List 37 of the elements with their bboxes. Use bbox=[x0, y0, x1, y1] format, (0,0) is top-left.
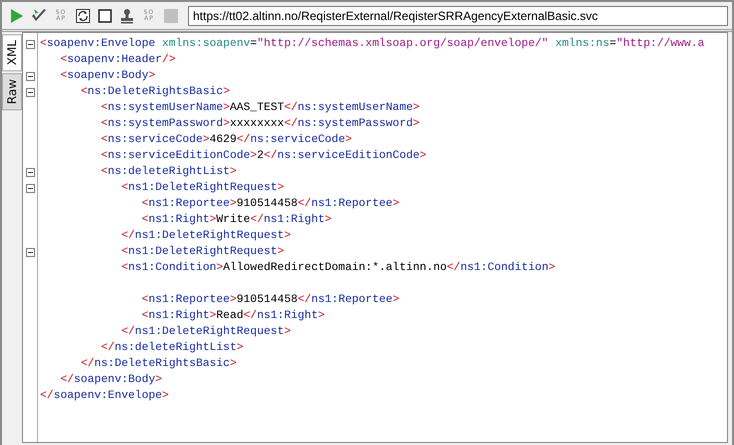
code-line: <ns:deleteRightList> bbox=[100, 166, 237, 178]
code-line: <ns:serviceCode>4629</ns:serviceCode> bbox=[100, 134, 352, 146]
xml-editor[interactable] bbox=[22, 32, 728, 443]
code-line: <ns:systemPassword>xxxxxxxx</ns:systemPassword> bbox=[100, 118, 420, 130]
collapse-icon[interactable] bbox=[26, 88, 34, 96]
code-line: </soapenv:Body> bbox=[59, 374, 162, 386]
code-line: <ns1:DeleteRightRequest> bbox=[120, 182, 284, 194]
code-line: </ns1:DeleteRightRequest> bbox=[120, 230, 291, 242]
code-line: <ns1:Condition>AllowedRedirectDomain:*.altinn.no</ns1:Condition> bbox=[120, 262, 556, 274]
code-line: <ns:DeleteRightsBasic> bbox=[80, 86, 230, 98]
code-line: <ns:systemUserName>AAS_TEST</ns:systemUserName> bbox=[100, 102, 420, 114]
code-line: <soapenv:Envelope xmlns:soapenv="http://schemas.xmlsoap.org/soap/envelope/" xmlns:ns="http://www.a bbox=[40, 38, 704, 50]
code-line: <ns1:Right>Read</ns1:Right> bbox=[140, 310, 325, 322]
code-line: </ns:deleteRightList> bbox=[100, 342, 244, 354]
side-tab[interactable]: XML bbox=[2, 34, 22, 72]
code-line: <ns:serviceEditionCode>2</ns:serviceEditionCode> bbox=[100, 150, 426, 162]
stamp-icon[interactable] bbox=[119, 8, 135, 24]
code-line: <soapenv:Body> bbox=[59, 70, 156, 82]
collapse-icon[interactable] bbox=[26, 40, 34, 48]
code-line: </soapenv:Envelope> bbox=[40, 390, 169, 402]
square-icon[interactable] bbox=[97, 8, 113, 24]
collapse-icon[interactable] bbox=[26, 184, 34, 192]
code-line: <ns1:Right>Write</ns1:Right> bbox=[140, 214, 332, 226]
code-line: </ns1:DeleteRightRequest> bbox=[120, 326, 291, 338]
code-line: <ns1:DeleteRightRequest> bbox=[120, 246, 284, 258]
code-line: </ns:DeleteRightsBasic> bbox=[80, 358, 237, 370]
code-line: <ns1:Reportee>910514458</ns1:Reportee> bbox=[140, 198, 400, 210]
play-icon[interactable] bbox=[9, 8, 25, 24]
url-field[interactable]: https://tt02.altinn.no/ReqisterExternal/ReqisterSRRAgencyExternalBasic.svc bbox=[188, 6, 728, 26]
collapse-icon[interactable] bbox=[26, 168, 34, 176]
refresh-icon[interactable] bbox=[75, 8, 91, 24]
code-line: <ns1:Reportee>910514458</ns1:Reportee> bbox=[140, 294, 400, 306]
side-tab[interactable]: Raw bbox=[2, 73, 22, 111]
collapse-icon[interactable] bbox=[26, 72, 34, 80]
collapse-icon[interactable] bbox=[26, 248, 34, 256]
checkmark-arrow-icon[interactable] bbox=[31, 8, 47, 24]
code-line: <soapenv:Header/> bbox=[59, 54, 176, 66]
